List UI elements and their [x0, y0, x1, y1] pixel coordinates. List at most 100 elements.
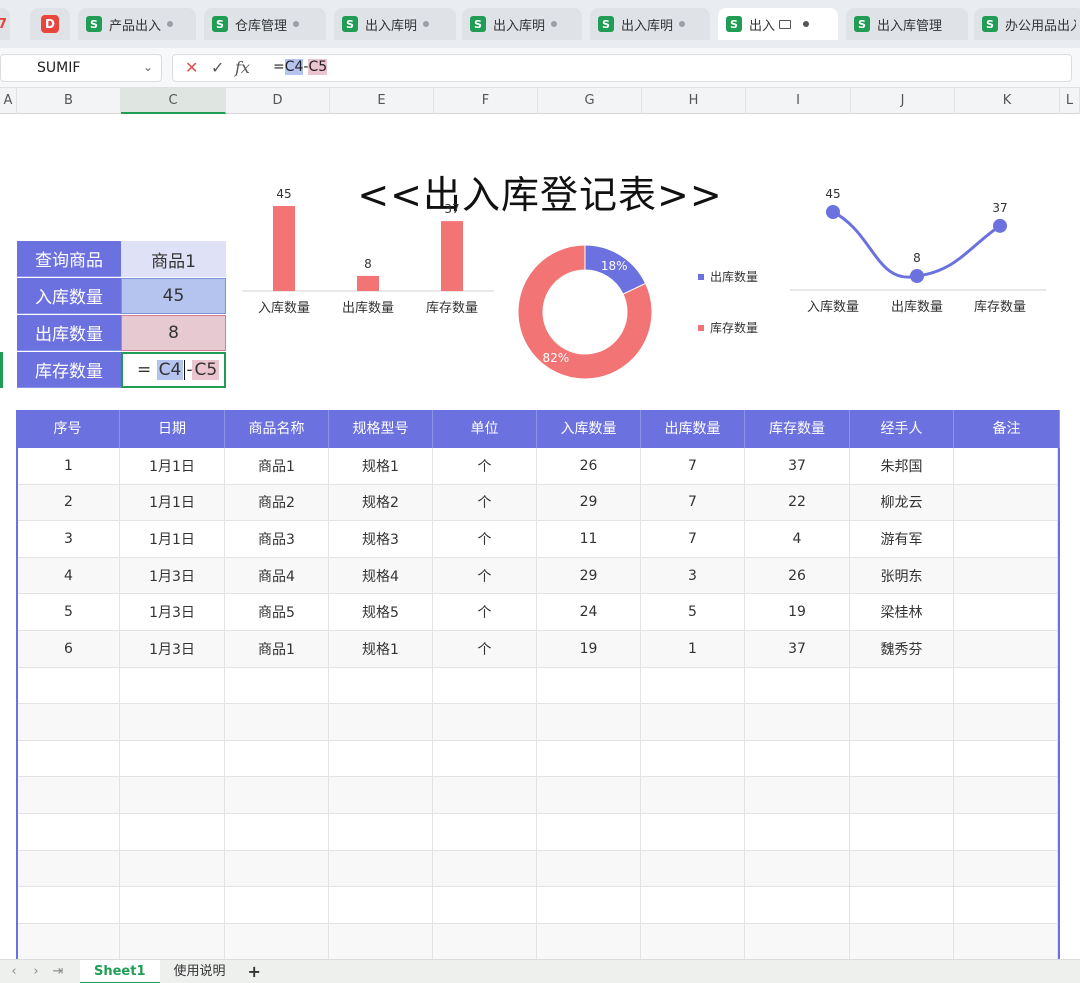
column-header-e[interactable]: E	[330, 88, 434, 114]
tab-document-active[interactable]: S 出入	[718, 8, 838, 40]
table-cell[interactable]	[537, 923, 641, 960]
table-cell[interactable]	[954, 448, 1058, 484]
table-cell[interactable]	[120, 813, 225, 850]
table-row[interactable]	[18, 887, 1058, 924]
table-cell[interactable]	[850, 850, 954, 887]
table-cell[interactable]	[641, 887, 745, 923]
formula-input-area[interactable]: ✕ ✓ fx =C4-C5	[172, 54, 1072, 82]
table-cell[interactable]	[954, 740, 1058, 777]
table-row[interactable]	[18, 667, 1058, 705]
name-box[interactable]: SUMIF ⌄	[0, 54, 162, 82]
formula-text[interactable]: =C4-C5	[273, 59, 328, 75]
tab-pdf[interactable]: D	[30, 8, 70, 40]
table-cell[interactable]	[18, 923, 120, 960]
table-cell[interactable]	[225, 923, 329, 960]
column-header-d[interactable]: D	[226, 88, 330, 114]
table-cell[interactable]: 1月1日	[120, 521, 225, 557]
table-cell[interactable]	[225, 850, 329, 887]
close-dot-icon[interactable]	[167, 21, 174, 27]
table-cell[interactable]: 7	[641, 448, 745, 484]
column-header-b[interactable]: B	[17, 88, 121, 114]
table-cell[interactable]	[537, 704, 641, 740]
table-cell[interactable]	[954, 594, 1058, 630]
chevron-left-icon[interactable]: ‹	[6, 964, 22, 979]
table-cell[interactable]: 商品1	[225, 630, 329, 667]
table-cell[interactable]: 4	[18, 557, 120, 594]
table-cell[interactable]: 5	[641, 594, 745, 630]
table-cell[interactable]	[954, 557, 1058, 594]
donut-chart[interactable]: 18% 82% 出库数量 库存数量	[508, 240, 778, 380]
table-cell[interactable]: 规格2	[329, 484, 433, 521]
table-cell[interactable]	[18, 850, 120, 887]
table-cell[interactable]	[745, 923, 850, 960]
bar-chart[interactable]: 45 入库数量 8 出库数量 37 库存数量	[242, 182, 498, 322]
table-cell[interactable]	[329, 887, 433, 923]
column-header-h[interactable]: H	[642, 88, 746, 114]
sheet-tab-instructions[interactable]: 使用说明	[160, 960, 240, 983]
table-cell[interactable]	[537, 850, 641, 887]
table-cell[interactable]	[120, 777, 225, 813]
table-row[interactable]	[18, 850, 1058, 888]
query-value-in[interactable]: 45	[121, 278, 226, 314]
table-cell[interactable]: 3	[641, 557, 745, 594]
chevron-right-icon[interactable]: ›	[28, 964, 44, 979]
table-cell[interactable]	[641, 850, 745, 887]
table-cell[interactable]: 19	[537, 630, 641, 667]
table-cell[interactable]	[18, 740, 120, 777]
table-cell[interactable]	[954, 704, 1058, 740]
table-cell[interactable]: 柳龙云	[850, 484, 954, 521]
close-dot-icon[interactable]	[293, 21, 300, 27]
column-header-f[interactable]: F	[434, 88, 538, 114]
table-cell[interactable]: 规格1	[329, 630, 433, 667]
table-cell[interactable]	[329, 740, 433, 777]
table-cell[interactable]	[18, 667, 120, 704]
query-value-out[interactable]: 8	[121, 315, 226, 351]
table-cell[interactable]: 张明东	[850, 557, 954, 594]
table-cell[interactable]	[641, 740, 745, 777]
table-cell[interactable]	[745, 740, 850, 777]
table-cell[interactable]	[954, 777, 1058, 813]
table-cell[interactable]: 规格3	[329, 521, 433, 557]
table-cell[interactable]	[850, 813, 954, 850]
insert-function-icon[interactable]: fx	[235, 58, 250, 77]
column-header-j[interactable]: J	[851, 88, 955, 114]
table-cell[interactable]	[537, 667, 641, 704]
sheet-grid[interactable]: <<出入库登记表>> 查询商品 商品1 入库数量 45 出库数量 8 库存数量 …	[0, 114, 1080, 961]
table-cell[interactable]: 26	[745, 557, 850, 594]
table-cell[interactable]: 3	[18, 521, 120, 557]
table-cell[interactable]: 22	[745, 484, 850, 521]
table-cell[interactable]	[329, 704, 433, 740]
table-cell[interactable]	[225, 777, 329, 813]
table-cell[interactable]	[954, 813, 1058, 850]
table-cell[interactable]: 商品1	[225, 448, 329, 484]
table-cell[interactable]: 商品3	[225, 521, 329, 557]
table-cell[interactable]	[120, 740, 225, 777]
table-cell[interactable]: 29	[537, 557, 641, 594]
close-dot-icon[interactable]	[423, 21, 430, 27]
tab-partial[interactable]: 7	[0, 8, 10, 40]
table-cell[interactable]	[537, 813, 641, 850]
table-cell[interactable]: 商品5	[225, 594, 329, 630]
table-cell[interactable]	[850, 704, 954, 740]
table-cell[interactable]	[225, 667, 329, 704]
table-row[interactable]: 5 1月3日 商品5 规格5 个 24 5 19 梁桂林	[18, 594, 1058, 631]
close-dot-icon[interactable]	[551, 21, 558, 27]
table-cell[interactable]: 1月3日	[120, 557, 225, 594]
table-cell[interactable]	[120, 923, 225, 960]
table-row[interactable]	[18, 813, 1058, 851]
table-row[interactable]: 4 1月3日 商品4 规格4 个 29 3 26 张明东	[18, 557, 1058, 595]
table-cell[interactable]: 37	[745, 448, 850, 484]
table-cell[interactable]	[18, 813, 120, 850]
close-dot-icon[interactable]	[803, 21, 810, 27]
table-cell[interactable]	[433, 777, 537, 813]
line-chart[interactable]: 45 入库数量 8 出库数量 37 库存数量	[788, 182, 1050, 322]
tab-document-4[interactable]: S 出入库明	[462, 8, 582, 40]
table-cell[interactable]: 26	[537, 448, 641, 484]
sheet-tab-sheet1[interactable]: Sheet1	[80, 959, 160, 983]
table-cell[interactable]	[18, 777, 120, 813]
table-cell[interactable]	[433, 887, 537, 923]
tab-document-1[interactable]: S 产品出入	[78, 8, 196, 40]
column-header-a[interactable]: A	[0, 88, 17, 114]
table-cell[interactable]	[537, 777, 641, 813]
table-cell[interactable]: 1月1日	[120, 448, 225, 484]
